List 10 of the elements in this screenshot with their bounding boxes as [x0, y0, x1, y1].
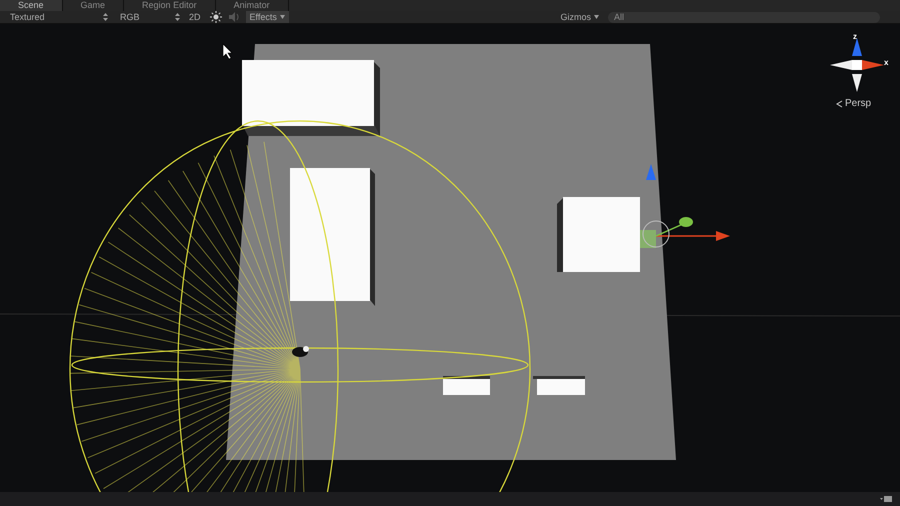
gizmos-dropdown[interactable]: Gizmos [557, 12, 602, 22]
editor-tab[interactable]: Scene [0, 0, 63, 11]
mode-2d-button[interactable]: 2D [186, 12, 204, 22]
search-field[interactable]: All [608, 12, 880, 23]
z-axis-label: z [853, 32, 857, 42]
projection-toggle[interactable]: Persp [836, 98, 872, 110]
x-axis-label: x [884, 58, 888, 68]
shading-dropdown[interactable]: Textured [10, 12, 108, 22]
render-mode-dropdown[interactable]: RGB [120, 12, 180, 22]
effects-dropdown[interactable]: Effects [246, 11, 289, 24]
